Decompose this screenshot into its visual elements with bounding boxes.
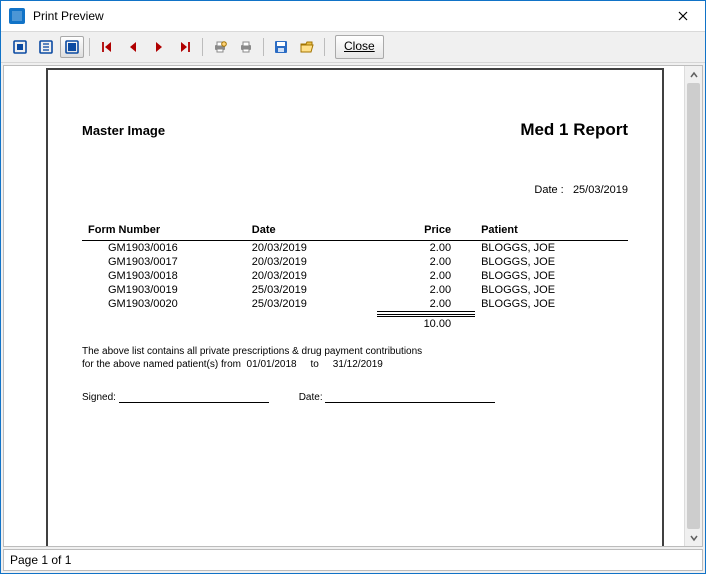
col-patient: Patient [475, 220, 628, 241]
toolbar-separator [202, 38, 203, 56]
cell-patient: BLOGGS, JOE [475, 255, 628, 269]
report-total: 10.00 [377, 316, 475, 332]
cell-price: 2.00 [377, 269, 475, 283]
cell-form: GM1903/0020 [82, 297, 246, 312]
next-page-icon [151, 39, 167, 55]
page-left-title: Master Image [82, 123, 165, 138]
cell-date: 25/03/2019 [246, 297, 377, 312]
scroll-thumb[interactable] [687, 83, 700, 529]
cell-form: GM1903/0018 [82, 269, 246, 283]
first-page-button[interactable] [95, 36, 119, 58]
table-row: GM1903/002025/03/20192.00BLOGGS, JOE [82, 297, 628, 312]
save-button[interactable] [269, 36, 293, 58]
report-note: The above list contains all private pres… [82, 345, 628, 371]
date2-label: Date: [299, 392, 323, 403]
print-preview-window: Print Preview [0, 0, 706, 574]
window-title: Print Preview [33, 9, 104, 23]
table-row: GM1903/001620/03/20192.00BLOGGS, JOE [82, 241, 628, 256]
open-button[interactable] [295, 36, 319, 58]
first-page-icon [99, 39, 115, 55]
vertical-scrollbar[interactable] [684, 66, 702, 546]
page-100-icon [64, 39, 80, 55]
close-button[interactable]: Close [335, 35, 384, 59]
col-date: Date [246, 220, 377, 241]
next-page-button[interactable] [147, 36, 171, 58]
scroll-up-button[interactable] [685, 66, 702, 83]
cell-patient: BLOGGS, JOE [475, 241, 628, 256]
preview-area: Master Image Med 1 Report Date : 25/03/2… [3, 65, 703, 547]
preview-canvas[interactable]: Master Image Med 1 Report Date : 25/03/2… [4, 66, 684, 546]
close-icon [678, 11, 688, 21]
toolbar: Close [1, 32, 705, 63]
last-page-icon [177, 39, 193, 55]
prev-page-button[interactable] [121, 36, 145, 58]
cell-patient: BLOGGS, JOE [475, 269, 628, 283]
page-right-title: Med 1 Report [520, 120, 628, 140]
printer-icon [238, 39, 254, 55]
window-close-button[interactable] [660, 1, 705, 31]
report-date: Date : 25/03/2019 [82, 184, 628, 196]
last-page-button[interactable] [173, 36, 197, 58]
cell-form: GM1903/0019 [82, 283, 246, 297]
table-row: GM1903/001720/03/20192.00BLOGGS, JOE [82, 255, 628, 269]
col-form: Form Number [82, 220, 246, 241]
toolbar-separator [324, 38, 325, 56]
titlebar: Print Preview [1, 1, 705, 32]
zoom-whole-button[interactable] [8, 36, 32, 58]
zoom-width-button[interactable] [34, 36, 58, 58]
report-table: Form Number Date Price Patient GM1903/00… [82, 220, 628, 331]
cell-patient: BLOGGS, JOE [475, 283, 628, 297]
toolbar-separator [263, 38, 264, 56]
chevron-down-icon [689, 533, 699, 543]
page-width-icon [38, 39, 54, 55]
cell-price: 2.00 [377, 297, 475, 312]
status-text: Page 1 of 1 [10, 553, 71, 567]
signature-row: Signed: Date: [82, 391, 628, 403]
prev-page-icon [125, 39, 141, 55]
cell-date: 20/03/2019 [246, 269, 377, 283]
table-row: GM1903/001820/03/20192.00BLOGGS, JOE [82, 269, 628, 283]
cell-price: 2.00 [377, 255, 475, 269]
toolbar-separator [89, 38, 90, 56]
report-date-label: Date : [534, 184, 563, 196]
cell-form: GM1903/0017 [82, 255, 246, 269]
cell-price: 2.00 [377, 283, 475, 297]
cell-date: 20/03/2019 [246, 241, 377, 256]
printer-setup-icon [212, 39, 228, 55]
cell-form: GM1903/0016 [82, 241, 246, 256]
col-price: Price [377, 220, 475, 241]
scroll-track[interactable] [685, 83, 702, 529]
signed-label: Signed: [82, 392, 116, 403]
cell-date: 25/03/2019 [246, 283, 377, 297]
folder-open-icon [299, 39, 315, 55]
status-bar: Page 1 of 1 [3, 549, 703, 571]
cell-patient: BLOGGS, JOE [475, 297, 628, 312]
chevron-up-icon [689, 70, 699, 80]
cell-price: 2.00 [377, 241, 475, 256]
scroll-down-button[interactable] [685, 529, 702, 546]
floppy-icon [273, 39, 289, 55]
print-setup-button[interactable] [208, 36, 232, 58]
page-whole-icon [12, 39, 28, 55]
report-date-value: 25/03/2019 [573, 184, 628, 196]
app-icon [9, 8, 25, 24]
zoom-100-button[interactable] [60, 36, 84, 58]
table-row: GM1903/001925/03/20192.00BLOGGS, JOE [82, 283, 628, 297]
cell-date: 20/03/2019 [246, 255, 377, 269]
print-button[interactable] [234, 36, 258, 58]
page: Master Image Med 1 Report Date : 25/03/2… [46, 68, 664, 546]
